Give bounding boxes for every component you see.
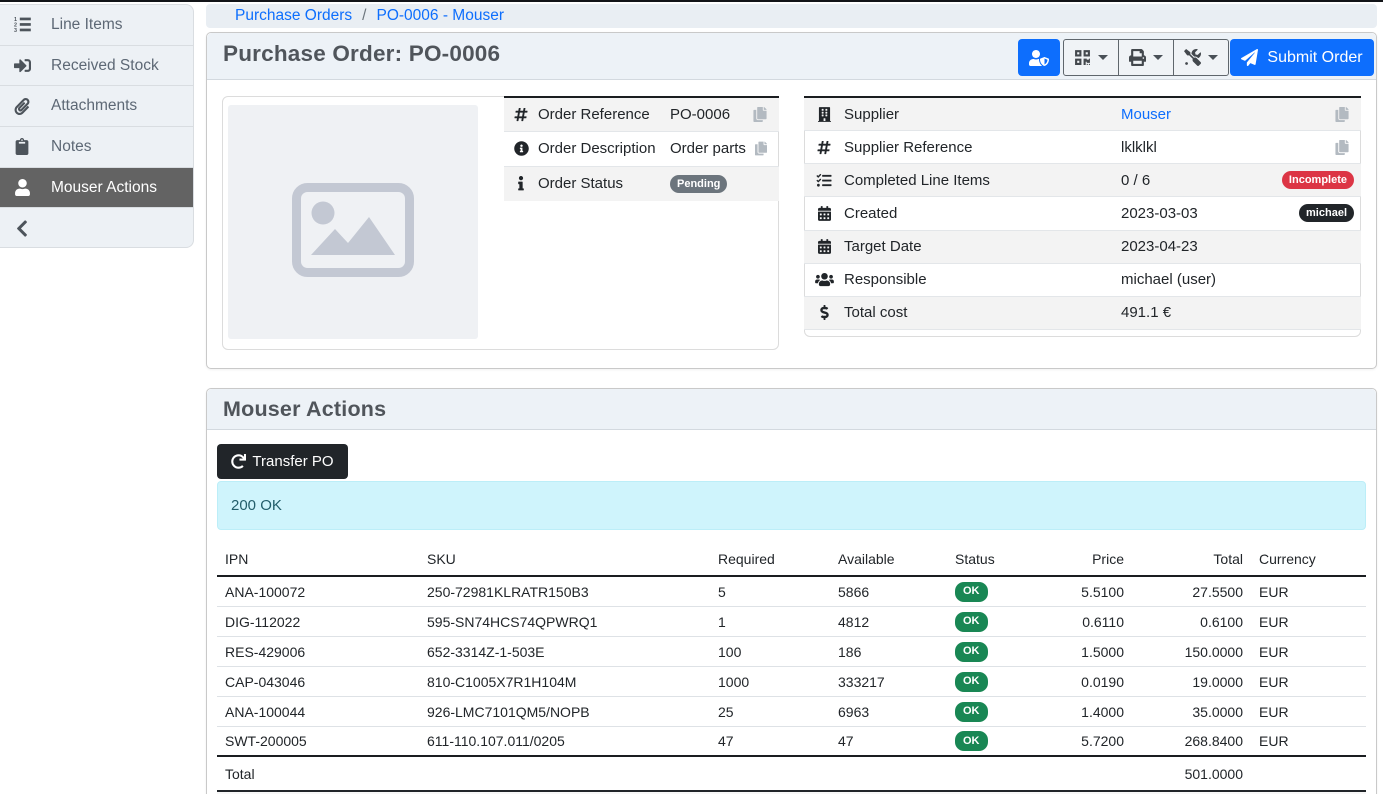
svg-text:3: 3 [14, 28, 17, 33]
